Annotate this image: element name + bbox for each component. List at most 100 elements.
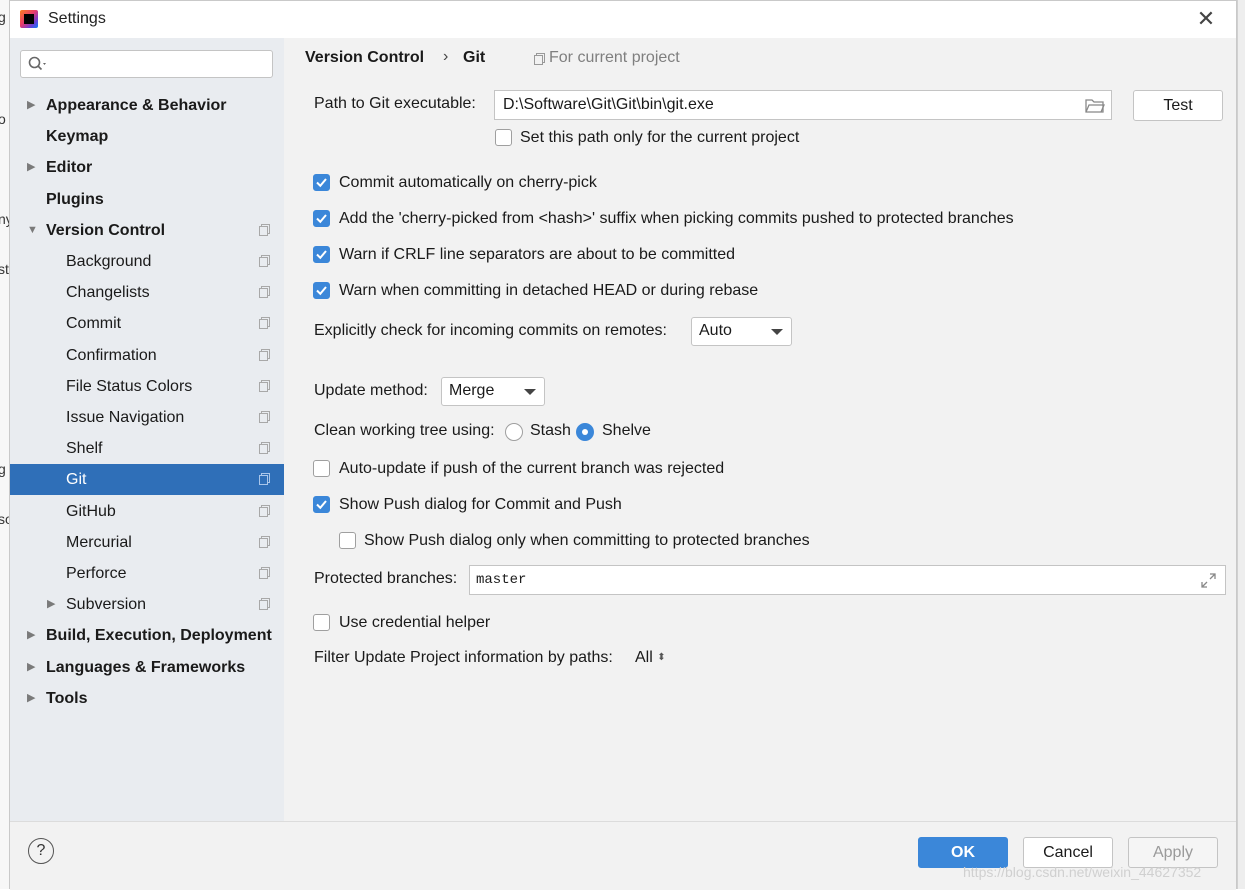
sidebar-item-issue-navigation[interactable]: Issue Navigation bbox=[10, 402, 284, 433]
project-scope-icon bbox=[259, 473, 270, 486]
sidebar-item-label: Tools bbox=[46, 689, 88, 707]
settings-sidebar: ▶ Appearance & Behavior Keymap ▶ Editor Plugi… bbox=[10, 38, 284, 821]
sidebar-item-plugins[interactable]: Plugins bbox=[10, 184, 284, 215]
git-path-value: D:\Software\Git\Git\bin\git.exe bbox=[503, 96, 714, 113]
background-right-strip bbox=[1237, 0, 1245, 889]
project-scope-icon bbox=[259, 442, 270, 455]
project-scope-icon bbox=[259, 379, 270, 392]
project-scope-icon bbox=[259, 567, 270, 579]
help-button[interactable]: ? bbox=[28, 838, 54, 864]
update-method-label: Update method: bbox=[314, 382, 428, 399]
shelve-radio[interactable] bbox=[576, 423, 594, 441]
project-scope-icon bbox=[259, 223, 270, 236]
sidebar-item-label: Appearance & Behavior bbox=[46, 97, 227, 114]
sidebar-item-perforce[interactable]: Perforce bbox=[10, 558, 284, 589]
sidebar-item-github[interactable]: GitHub bbox=[10, 496, 284, 527]
current-project-checkbox[interactable] bbox=[495, 129, 512, 146]
sidebar-item-label: Editor bbox=[46, 159, 93, 177]
sidebar-item-background[interactable]: Background bbox=[10, 246, 284, 277]
option-checkbox[interactable] bbox=[313, 174, 330, 191]
git-path-label: Path to Git executable: bbox=[314, 95, 476, 112]
project-scope-icon bbox=[259, 598, 270, 611]
project-scope-icon bbox=[259, 317, 270, 330]
background-text: g bbox=[0, 9, 6, 25]
chevron-down-icon bbox=[771, 329, 783, 335]
sidebar-item-label: File Status Colors bbox=[66, 377, 193, 395]
sidebar-item-commit[interactable]: Commit bbox=[10, 308, 284, 339]
sidebar-item-file-status-colors[interactable]: File Status Colors bbox=[10, 371, 284, 402]
chevron-down-icon[interactable]: ▼ bbox=[27, 215, 38, 246]
update-method-select[interactable]: Merge bbox=[441, 377, 545, 406]
background-text: st bbox=[0, 261, 9, 277]
search-input[interactable] bbox=[20, 50, 273, 78]
background-text: ny bbox=[0, 211, 9, 227]
background-text: o bbox=[0, 111, 6, 127]
scope-label: For current project bbox=[549, 49, 680, 66]
background-text: so bbox=[0, 511, 9, 527]
option-checkbox[interactable] bbox=[313, 246, 330, 263]
credential-helper-label: Use credential helper bbox=[339, 614, 491, 631]
checkmark-icon bbox=[316, 250, 327, 260]
sidebar-item-subversion[interactable]: ▶ Subversion bbox=[10, 589, 284, 620]
checkmark-icon bbox=[316, 286, 327, 296]
project-scope-icon bbox=[259, 504, 270, 517]
sidebar-item-label: GitHub bbox=[66, 502, 116, 520]
protected-branches-field[interactable]: master bbox=[469, 565, 1226, 595]
sidebar-item-label: Git bbox=[66, 471, 87, 489]
show-push-label: Show Push dialog for Commit and Push bbox=[339, 496, 622, 513]
sidebar-item-tools[interactable]: ▶ Tools bbox=[10, 683, 284, 714]
stash-radio[interactable] bbox=[505, 423, 523, 441]
test-button[interactable]: Test bbox=[1133, 90, 1223, 121]
option-checkbox[interactable] bbox=[313, 210, 330, 227]
close-icon[interactable]: ✕ bbox=[1194, 7, 1218, 31]
project-scope-icon bbox=[259, 411, 270, 423]
incoming-select[interactable]: Auto bbox=[691, 317, 792, 346]
sidebar-item-mercurial[interactable]: Mercurial bbox=[10, 527, 284, 558]
sidebar-item-label: Background bbox=[66, 253, 152, 270]
sidebar-item-confirmation[interactable]: Confirmation bbox=[10, 340, 284, 371]
option-checkbox[interactable] bbox=[313, 282, 330, 299]
chevron-right-icon[interactable]: ▶ bbox=[47, 589, 55, 620]
folder-icon[interactable] bbox=[1085, 98, 1105, 113]
search-icon bbox=[28, 56, 46, 71]
sidebar-item-changelists[interactable]: Changelists bbox=[10, 277, 284, 308]
sidebar-item-appearance-behavior[interactable]: ▶ Appearance & Behavior bbox=[10, 90, 284, 121]
project-scope-icon bbox=[259, 286, 270, 299]
sidebar-item-build-execution-deployment[interactable]: ▶ Build, Execution, Deployment bbox=[10, 620, 284, 651]
checkmark-icon bbox=[316, 214, 327, 224]
breadcrumb-current: Git bbox=[463, 49, 486, 66]
sidebar-item-version-control[interactable]: ▼ Version Control bbox=[10, 215, 284, 246]
sidebar-item-languages-frameworks[interactable]: ▶ Languages & Frameworks bbox=[10, 652, 284, 683]
git-settings-panel: Version Control › Git For current projec… bbox=[284, 38, 1236, 821]
chevron-right-icon[interactable]: ▶ bbox=[27, 90, 35, 121]
sidebar-item-label: Confirmation bbox=[66, 346, 157, 364]
credential-helper-checkbox[interactable] bbox=[313, 614, 330, 631]
sidebar-item-label: Perforce bbox=[66, 565, 127, 582]
chevron-right-icon[interactable]: ▶ bbox=[27, 652, 35, 683]
sidebar-item-keymap[interactable]: Keymap bbox=[10, 121, 284, 152]
protected-branches-label: Protected branches: bbox=[314, 570, 458, 587]
updown-icon: ⬍ bbox=[657, 652, 666, 663]
option-label: Warn if CRLF line separators are about t… bbox=[339, 246, 736, 263]
stash-label: Stash bbox=[530, 422, 571, 439]
clean-tree-label: Clean working tree using: bbox=[314, 422, 495, 439]
show-push-checkbox[interactable] bbox=[313, 496, 330, 513]
breadcrumb-parent[interactable]: Version Control bbox=[305, 49, 424, 67]
sidebar-item-git[interactable]: Git bbox=[10, 464, 284, 496]
show-push-protected-checkbox[interactable] bbox=[339, 532, 356, 549]
expand-icon[interactable] bbox=[1201, 573, 1216, 588]
chevron-right-icon[interactable]: ▶ bbox=[27, 152, 35, 183]
auto-update-checkbox[interactable] bbox=[313, 460, 330, 477]
sidebar-item-shelf[interactable]: Shelf bbox=[10, 433, 284, 464]
incoming-label: Explicitly check for incoming commits on… bbox=[314, 322, 667, 339]
sidebar-item-label: Mercurial bbox=[66, 533, 132, 551]
update-method-value: Merge bbox=[449, 382, 495, 399]
git-path-field[interactable]: D:\Software\Git\Git\bin\git.exe bbox=[494, 90, 1112, 120]
chevron-right-icon[interactable]: ▶ bbox=[27, 683, 35, 714]
sidebar-item-label: Shelf bbox=[66, 440, 103, 458]
project-scope-icon bbox=[534, 53, 545, 65]
filter-select[interactable]: All ⬍ bbox=[635, 649, 666, 667]
breadcrumb-separator: › bbox=[443, 48, 449, 65]
chevron-right-icon[interactable]: ▶ bbox=[27, 620, 35, 651]
sidebar-item-editor[interactable]: ▶ Editor bbox=[10, 152, 284, 183]
